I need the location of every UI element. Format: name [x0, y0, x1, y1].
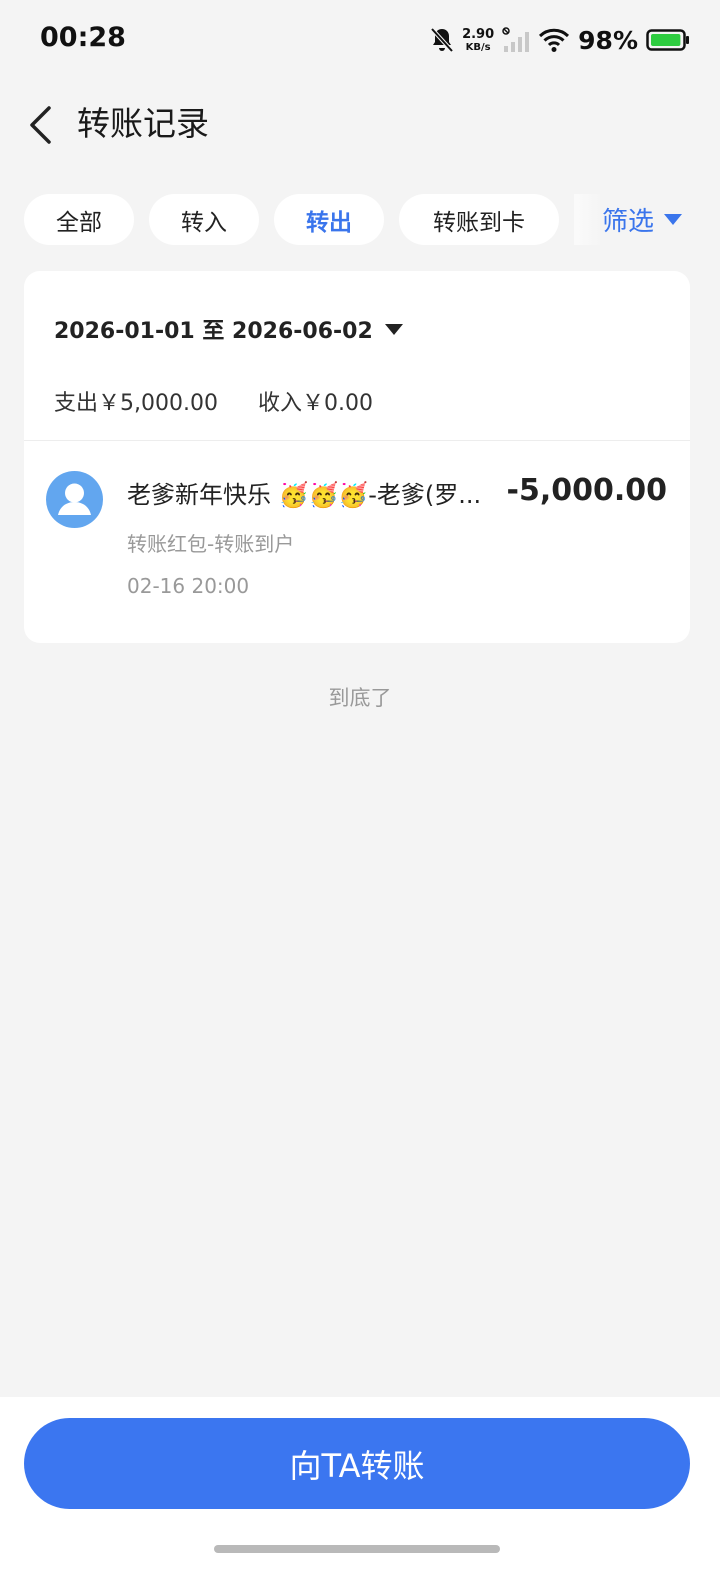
page-title: 转账记录	[77, 104, 209, 143]
end-of-list-hint: 到底了	[328, 686, 392, 710]
wifi-icon	[538, 27, 570, 53]
net-speed-value: 2.90	[462, 26, 495, 42]
tab-transfer-to-card[interactable]: 转账到卡	[399, 194, 559, 245]
bottom-bar: 向TA转账	[0, 1397, 720, 1584]
records-card: 2026-01-01 至 2026-06-02 支出￥5,000.00 收入￥0…	[24, 271, 690, 643]
net-speed-unit: KB/s	[465, 41, 491, 53]
status-bar: 00:28 2.90 KB/s 98%	[0, 0, 720, 80]
summary-row: 支出￥5,000.00 收入￥0.00	[54, 385, 373, 417]
home-indicator[interactable]	[214, 1545, 500, 1553]
bell-off-icon	[430, 27, 454, 53]
nav-header: 转账记录	[0, 90, 720, 160]
date-range-selector[interactable]: 2026-01-01 至 2026-06-02	[54, 313, 403, 345]
record-title: 老爹新年快乐 🥳🥳🥳-老爹(罗...	[127, 481, 482, 509]
tab-incoming[interactable]: 转入	[149, 194, 259, 245]
record-type: 转账红包-转账到户	[127, 532, 295, 556]
status-time: 00:28	[40, 22, 126, 53]
tab-outgoing[interactable]: 转出	[274, 194, 384, 245]
chevron-left-icon	[30, 106, 51, 144]
list-item[interactable]: 老爹新年快乐 🥳🥳🥳-老爹(罗... -5,000.00 转账红包-转账到户 0…	[24, 441, 690, 641]
record-time: 02-16 20:00	[127, 574, 250, 598]
record-amount: -5,000.00	[506, 473, 668, 508]
net-speed: 2.90 KB/s	[462, 28, 494, 53]
transfer-records-page: 00:28 2.90 KB/s 98% 转账记录 全部 转入 转出 转账到卡 筛…	[0, 0, 720, 1584]
date-range-text: 2026-01-01 至 2026-06-02	[54, 319, 373, 344]
transfer-to-them-button[interactable]: 向TA转账	[24, 1418, 690, 1509]
tab-all[interactable]: 全部	[24, 194, 134, 245]
battery-icon	[646, 28, 690, 52]
dropdown-triangle-icon	[384, 323, 403, 335]
battery-percent: 98%	[578, 25, 638, 55]
income-total: 收入￥0.00	[257, 391, 373, 416]
filter-button[interactable]: 筛选	[574, 194, 720, 245]
user-avatar-icon	[46, 471, 103, 528]
filter-label: 筛选	[602, 207, 655, 237]
back-button[interactable]	[22, 102, 58, 148]
triangle-down-icon	[664, 214, 683, 225]
signal-icon	[502, 27, 530, 53]
expense-total: 支出￥5,000.00	[54, 391, 218, 416]
status-icons: 2.90 KB/s 98%	[430, 22, 690, 58]
